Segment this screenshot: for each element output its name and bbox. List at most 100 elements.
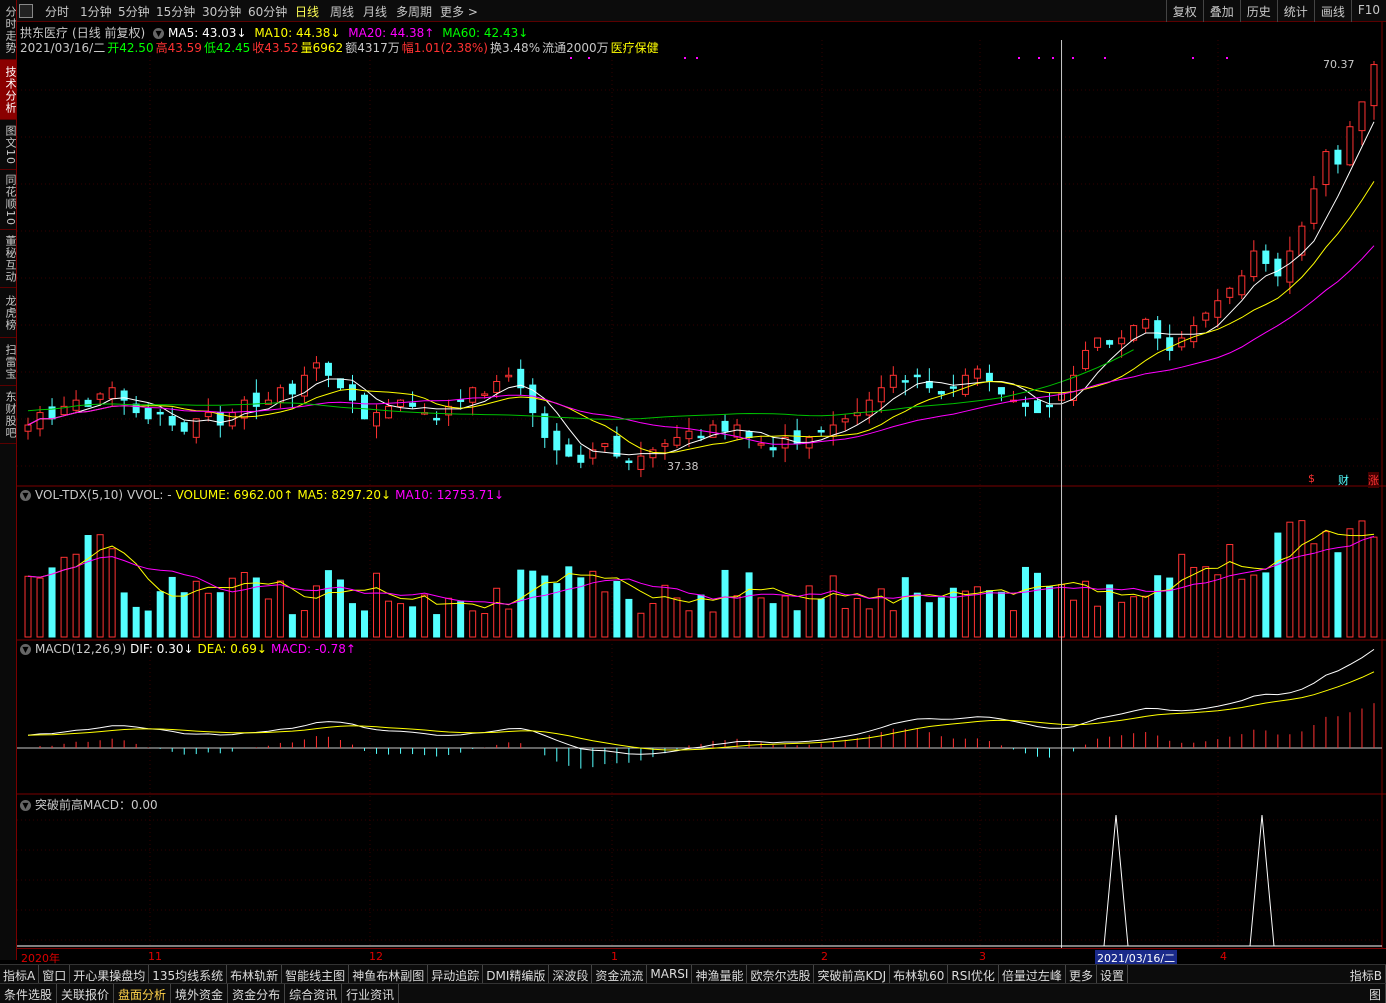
period-15min[interactable]: 15分钟 xyxy=(156,3,195,20)
indicator-tab-18[interactable]: 更多 xyxy=(1066,965,1097,983)
tab-ths[interactable]: 同花顺10 xyxy=(0,170,17,230)
bottom-tab-3[interactable]: 境外资金 xyxy=(171,984,229,1003)
chevron-down-icon[interactable]: ▼ xyxy=(20,644,31,655)
candle-body xyxy=(96,393,104,400)
indicator-tab-12[interactable]: 神渔量能 xyxy=(692,965,748,983)
indicator-tab-19[interactable]: 设置 xyxy=(1097,965,1128,983)
bottom-tab-5[interactable]: 综合资讯 xyxy=(285,984,343,1003)
period-60min[interactable]: 60分钟 xyxy=(248,3,287,20)
restore-right-button[interactable]: 复权 xyxy=(1165,0,1203,22)
indicator-tab-9[interactable]: 深波段 xyxy=(549,965,593,983)
candle-body xyxy=(697,435,705,439)
candle-body xyxy=(481,393,489,396)
indicator-tab-16[interactable]: RSI优化 xyxy=(948,965,999,983)
kline-chart[interactable] xyxy=(0,0,1386,964)
period-day[interactable]: 日线 xyxy=(295,3,319,20)
bottom-tab-0[interactable]: 条件选股 xyxy=(0,984,58,1003)
figure-tab[interactable]: 图 xyxy=(1365,984,1386,1003)
volume-bar xyxy=(1009,610,1017,638)
volume-bar xyxy=(132,606,140,638)
volume-bar xyxy=(589,570,597,638)
indicator-tab-6[interactable]: 神鱼布林副图 xyxy=(349,965,429,983)
chevron-down-icon[interactable]: ▼ xyxy=(20,800,31,811)
candle-body xyxy=(841,418,849,423)
indicator-tab-2[interactable]: 开心果操盘均 xyxy=(70,965,150,983)
chevron-down-icon[interactable]: ▼ xyxy=(20,490,31,501)
candle-body xyxy=(637,455,645,470)
volume-bar xyxy=(1130,596,1138,638)
draw-button[interactable]: 画线 xyxy=(1313,0,1351,22)
tab-guba[interactable]: 东财股吧 xyxy=(0,386,17,444)
chevron-down-icon[interactable]: ▼ xyxy=(153,28,165,39)
indicator-tab-11[interactable]: MARSI xyxy=(647,965,693,983)
candle-body xyxy=(457,399,465,402)
indicator-tab-4[interactable]: 布林轨新 xyxy=(227,965,283,983)
period-week[interactable]: 周线 xyxy=(330,3,354,20)
dollar-icon[interactable]: $ xyxy=(1308,472,1315,485)
finance-icon[interactable]: 财 xyxy=(1338,472,1349,488)
ma60-label: MA60: 42.43↓ xyxy=(442,26,529,40)
volume-bar xyxy=(120,592,128,638)
bottom-tab-1[interactable]: 关联报价 xyxy=(57,984,115,1003)
macd-legend: ▼ MACD(12,26,9) DIF: 0.30↓ DEA: 0.69↓ MACD: … xyxy=(20,642,360,656)
indicator-tab-1[interactable]: 窗口 xyxy=(39,965,71,983)
volume-bar xyxy=(1370,536,1378,638)
candle-body xyxy=(1226,287,1234,298)
tab-technical[interactable]: 技术分析 xyxy=(0,60,17,120)
candle-body xyxy=(1322,151,1330,186)
indicator-tab-15[interactable]: 布林轨60 xyxy=(890,965,949,983)
period-1min[interactable]: 1分钟 xyxy=(80,3,112,20)
volume-bar xyxy=(1094,605,1102,638)
time-label-2: 2 xyxy=(821,950,828,963)
bottom-tab-4[interactable]: 资金分布 xyxy=(228,984,286,1003)
tab-minute-trend[interactable]: 分时走势 xyxy=(0,0,17,60)
period-multi[interactable]: 多周期 xyxy=(396,3,432,20)
period-5min[interactable]: 5分钟 xyxy=(118,3,150,20)
candle-body xyxy=(985,372,993,383)
bottom-tab-6[interactable]: 行业资讯 xyxy=(342,984,400,1003)
volume-bar xyxy=(84,535,92,638)
volume-bar xyxy=(144,610,152,638)
period-more[interactable]: 更多 > xyxy=(440,3,478,20)
volume-bar xyxy=(276,580,284,638)
indicator-b-tab[interactable]: 指标B xyxy=(1347,965,1386,983)
period-30min[interactable]: 30分钟 xyxy=(202,3,241,20)
volume-bar xyxy=(505,608,513,638)
indicator-tab-10[interactable]: 资金流流 xyxy=(592,965,648,983)
f10-button[interactable]: F10 xyxy=(1350,0,1386,22)
rise-icon[interactable]: 涨 xyxy=(1368,472,1379,488)
tab-mine[interactable]: 扫雷宝 xyxy=(0,338,17,386)
bottom-tab-2[interactable]: 盘面分析 xyxy=(114,984,172,1003)
candle-body xyxy=(1274,258,1282,277)
time-label-4: 4 xyxy=(1220,950,1227,963)
volume-bar xyxy=(913,592,921,638)
stats-button[interactable]: 统计 xyxy=(1276,0,1314,22)
candle-body xyxy=(661,443,669,447)
overlay-button[interactable]: 叠加 xyxy=(1202,0,1240,22)
menu-icon[interactable] xyxy=(19,4,33,18)
indicator-tab-14[interactable]: 突破前高KDJ xyxy=(814,965,891,983)
volume-bar xyxy=(1358,520,1366,638)
tab-graphic[interactable]: 图文10 xyxy=(0,120,17,170)
indicator-tab-0[interactable]: 指标A xyxy=(0,965,40,983)
period-month[interactable]: 月线 xyxy=(363,3,387,20)
vvol-label: VVOL: - xyxy=(127,488,172,502)
quote-sector[interactable]: 医疗保健 xyxy=(611,41,659,55)
indicator-tab-17[interactable]: 倍量过左峰 xyxy=(999,965,1066,983)
indicator-tab-8[interactable]: DMI精编版 xyxy=(483,965,550,983)
indicator-tab-13[interactable]: 欧奈尔选股 xyxy=(747,965,815,983)
tab-secretary[interactable]: 董秘互动 xyxy=(0,230,17,288)
volume-bar xyxy=(324,570,332,638)
candle-body xyxy=(733,424,741,438)
candle-body xyxy=(1082,349,1090,370)
period-minute[interactable]: 分时 xyxy=(45,3,69,20)
volume-bar xyxy=(1214,574,1222,638)
tab-dragon[interactable]: 龙虎榜 xyxy=(0,288,17,338)
indicator-tab-3[interactable]: 135均线系统 xyxy=(149,965,228,983)
candle-body xyxy=(1033,400,1041,414)
indicator-tab-7[interactable]: 异动追踪 xyxy=(428,965,484,983)
vol-value: VOLUME: 6962.00↑ xyxy=(175,488,294,502)
history-button[interactable]: 历史 xyxy=(1239,0,1277,22)
signal-dot xyxy=(1038,57,1040,59)
indicator-tab-5[interactable]: 智能线主图 xyxy=(282,965,350,983)
